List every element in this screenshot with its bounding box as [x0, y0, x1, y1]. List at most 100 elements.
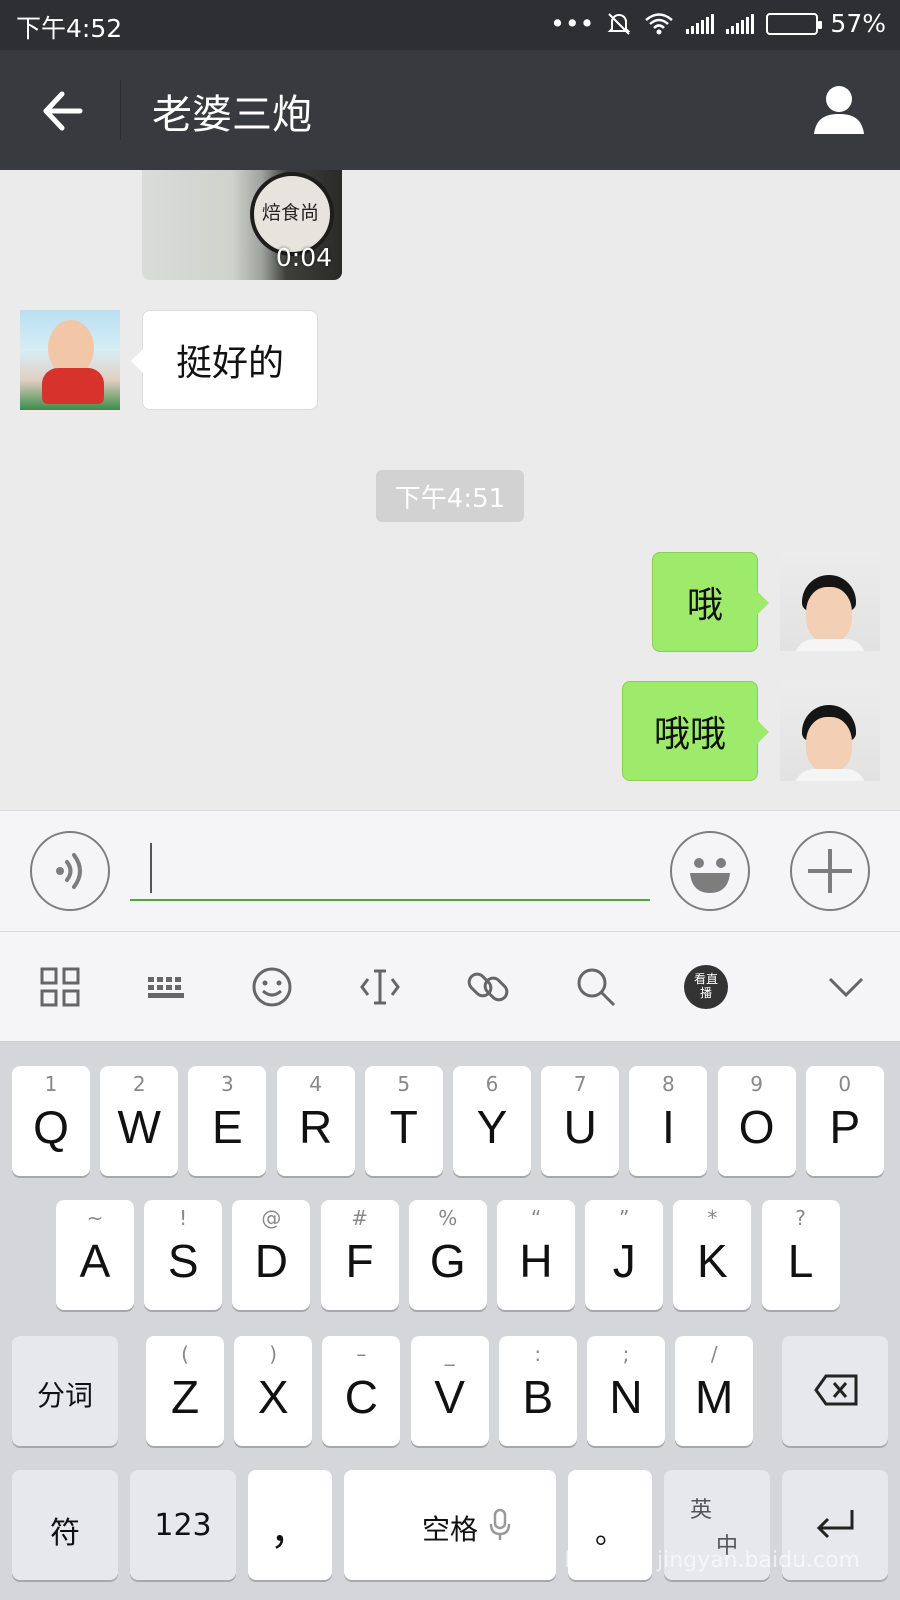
voice-button[interactable]: [30, 831, 110, 911]
key-label: J: [612, 1235, 636, 1287]
key-n[interactable]: ; N: [587, 1336, 665, 1446]
space-key[interactable]: 空格: [344, 1470, 556, 1580]
key-sublabel: ?: [795, 1206, 806, 1230]
key-c[interactable]: – C: [322, 1336, 401, 1446]
key-sublabel: ;: [622, 1342, 630, 1366]
emoji-button[interactable]: [670, 831, 750, 911]
header-divider: [120, 80, 121, 140]
my-avatar[interactable]: [780, 551, 880, 651]
key-label: Z: [170, 1371, 200, 1423]
keyboard-icon[interactable]: [144, 965, 188, 1009]
chat-header: 老婆三炮: [0, 50, 900, 170]
key-h[interactable]: “H: [497, 1200, 575, 1310]
ime-toolbar: 看直播: [0, 932, 900, 1042]
key-f[interactable]: # F: [320, 1200, 399, 1310]
video-message[interactable]: 焙食尚 0:04: [142, 170, 342, 280]
backspace-key[interactable]: [782, 1336, 888, 1446]
symbol-key[interactable]: 符: [12, 1470, 118, 1580]
message-text: 哦: [686, 585, 723, 626]
key-sublabel: !: [179, 1206, 188, 1230]
chat-area[interactable]: 焙食尚 0:04 挺好的 下午4:51 哦 哦哦: [0, 170, 900, 810]
key-sublabel: ”: [619, 1206, 630, 1230]
mute-bell-icon: [608, 12, 631, 35]
key-y[interactable]: 6Y: [453, 1066, 531, 1176]
key-m[interactable]: / M: [675, 1336, 754, 1446]
number-key[interactable]: 123: [130, 1470, 236, 1580]
more-dots-icon: •••: [550, 9, 595, 38]
my-avatar[interactable]: [780, 681, 880, 781]
key-label: P: [829, 1101, 861, 1153]
key-i[interactable]: 8I: [629, 1066, 708, 1176]
key-u[interactable]: 7U: [541, 1066, 620, 1176]
key-label: X: [257, 1371, 289, 1423]
key-z[interactable]: (Z: [146, 1336, 224, 1446]
key-g[interactable]: % G: [408, 1200, 487, 1310]
key-label: V: [434, 1371, 465, 1423]
key-a[interactable]: ~ A: [56, 1200, 134, 1310]
message-bubble[interactable]: 哦: [652, 552, 769, 652]
key-sublabel: ~: [86, 1206, 104, 1230]
link-icon[interactable]: [466, 965, 510, 1009]
contact-avatar[interactable]: [20, 310, 120, 410]
key-label: M: [695, 1371, 734, 1423]
key-sublabel: #: [351, 1206, 368, 1230]
key-sublabel: 9: [750, 1072, 763, 1096]
message-bubble[interactable]: 哦哦: [622, 681, 769, 781]
key-v[interactable]: _ V: [410, 1336, 489, 1446]
message-input[interactable]: [130, 837, 650, 901]
key-d[interactable]: @ D: [232, 1200, 311, 1310]
chevron-down-icon[interactable]: [824, 965, 868, 1009]
key-t[interactable]: 5T: [364, 1066, 443, 1176]
key-w[interactable]: 2W: [100, 1066, 179, 1176]
live-icon[interactable]: 看直播: [684, 965, 728, 1009]
arrow-left-icon[interactable]: [38, 88, 84, 134]
key-s[interactable]: ! S: [144, 1200, 223, 1310]
key-k[interactable]: * K: [673, 1200, 752, 1310]
person-icon[interactable]: [812, 82, 866, 136]
key-sublabel: 6: [485, 1072, 499, 1096]
signal-icon: [686, 13, 715, 34]
key-label: C: [344, 1371, 378, 1423]
voice-icon: [56, 853, 82, 889]
search-icon[interactable]: [574, 965, 618, 1009]
key-e[interactable]: 3E: [188, 1066, 267, 1176]
key-label: N: [609, 1371, 643, 1423]
key-j[interactable]: ” J: [585, 1200, 664, 1310]
key-o[interactable]: 9O: [717, 1066, 796, 1176]
key-sublabel: “: [530, 1206, 542, 1230]
key-sublabel: 0: [838, 1072, 852, 1096]
key-sublabel: (: [181, 1342, 189, 1366]
key-r[interactable]: 4R: [276, 1066, 355, 1176]
number-key-label: 123: [154, 1508, 212, 1543]
cursor-icon[interactable]: [358, 965, 402, 1009]
key-label: B: [522, 1371, 554, 1423]
video-duration: 0:04: [275, 243, 332, 272]
key-l[interactable]: ? L: [761, 1200, 840, 1310]
wifi-icon: [645, 12, 674, 34]
key-label: I: [662, 1101, 675, 1153]
key-label: T: [389, 1101, 418, 1153]
message-bubble[interactable]: 挺好的: [131, 310, 318, 410]
signal-icon-2: [726, 13, 755, 34]
key-label: L: [787, 1235, 814, 1287]
key-label: Y: [476, 1101, 508, 1153]
message-text: 挺好的: [175, 343, 284, 384]
key-label: U: [563, 1101, 597, 1153]
comma-key-label: ，: [270, 1508, 310, 1554]
key-q[interactable]: 1Q: [12, 1066, 90, 1176]
fenci-key[interactable]: 分词: [12, 1336, 118, 1446]
grid-icon[interactable]: [38, 965, 82, 1009]
smiley-icon[interactable]: [250, 965, 294, 1009]
key-label: H: [519, 1235, 553, 1287]
key-x[interactable]: ) X: [234, 1336, 313, 1446]
key-label: A: [79, 1235, 111, 1287]
status-time: 下午4:52: [16, 14, 123, 43]
comma-key[interactable]: ，: [248, 1470, 332, 1580]
key-p[interactable]: 0P: [805, 1066, 884, 1176]
more-button[interactable]: [790, 831, 870, 911]
key-sublabel: –: [356, 1342, 367, 1366]
key-label: F: [345, 1235, 374, 1287]
video-brand-text: 焙食尚: [262, 202, 320, 224]
key-b[interactable]: :B: [498, 1336, 577, 1446]
key-sublabel: *: [707, 1206, 718, 1230]
